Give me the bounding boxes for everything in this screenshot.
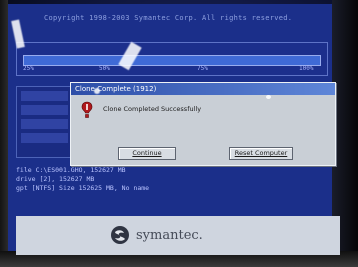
dialog-message: Clone Completed Successfully bbox=[103, 105, 202, 113]
log-line-partition: gpt [NTFS] Size 152625 MB, No name bbox=[16, 184, 150, 192]
details-row bbox=[21, 105, 68, 115]
copyright-text: Copyright 1998-2003 Symantec Corp. All r… bbox=[44, 14, 293, 22]
reset-computer-button-label: Reset Computer bbox=[234, 149, 288, 157]
continue-button-label: Continue bbox=[132, 149, 162, 157]
details-row bbox=[21, 119, 68, 129]
log-line-source: file C:\ES001.GHO, 152627 MB bbox=[16, 166, 126, 174]
progress-tick-25: 25% bbox=[23, 65, 34, 72]
progress-tick-50: 50% bbox=[99, 65, 110, 72]
symantec-globe-icon bbox=[111, 226, 129, 244]
ghost-screen: Copyright 1998-2003 Symantec Corp. All r… bbox=[8, 4, 340, 255]
symantec-logo: symantec. bbox=[110, 225, 230, 247]
progress-panel: 25% 50% 75% 100% bbox=[16, 42, 328, 76]
dialog-title: Clone Complete (1912) bbox=[71, 83, 335, 95]
details-row bbox=[21, 91, 68, 101]
details-panel bbox=[16, 86, 73, 158]
details-row bbox=[21, 133, 68, 143]
progress-tick-75: 75% bbox=[197, 65, 208, 72]
reset-computer-button[interactable]: Reset Computer bbox=[229, 147, 293, 160]
progress-tick-100: 100% bbox=[299, 65, 314, 72]
clone-complete-dialog: Clone Complete (1912) Clone Completed Su… bbox=[70, 82, 336, 166]
continue-button[interactable]: Continue bbox=[118, 147, 176, 160]
footer-bar: symantec. bbox=[16, 216, 340, 255]
clone-log: file C:\ES001.GHO, 152627 MB drive [2], … bbox=[16, 166, 226, 193]
progress-bar bbox=[23, 55, 321, 66]
symantec-wordmark: symantec. bbox=[136, 228, 203, 243]
monitor-bezel-left bbox=[0, 0, 8, 267]
error-icon bbox=[81, 101, 93, 118]
log-line-drive: drive [2], 152627 MB bbox=[16, 175, 95, 183]
photo-frame: Copyright 1998-2003 Symantec Corp. All r… bbox=[0, 0, 358, 267]
